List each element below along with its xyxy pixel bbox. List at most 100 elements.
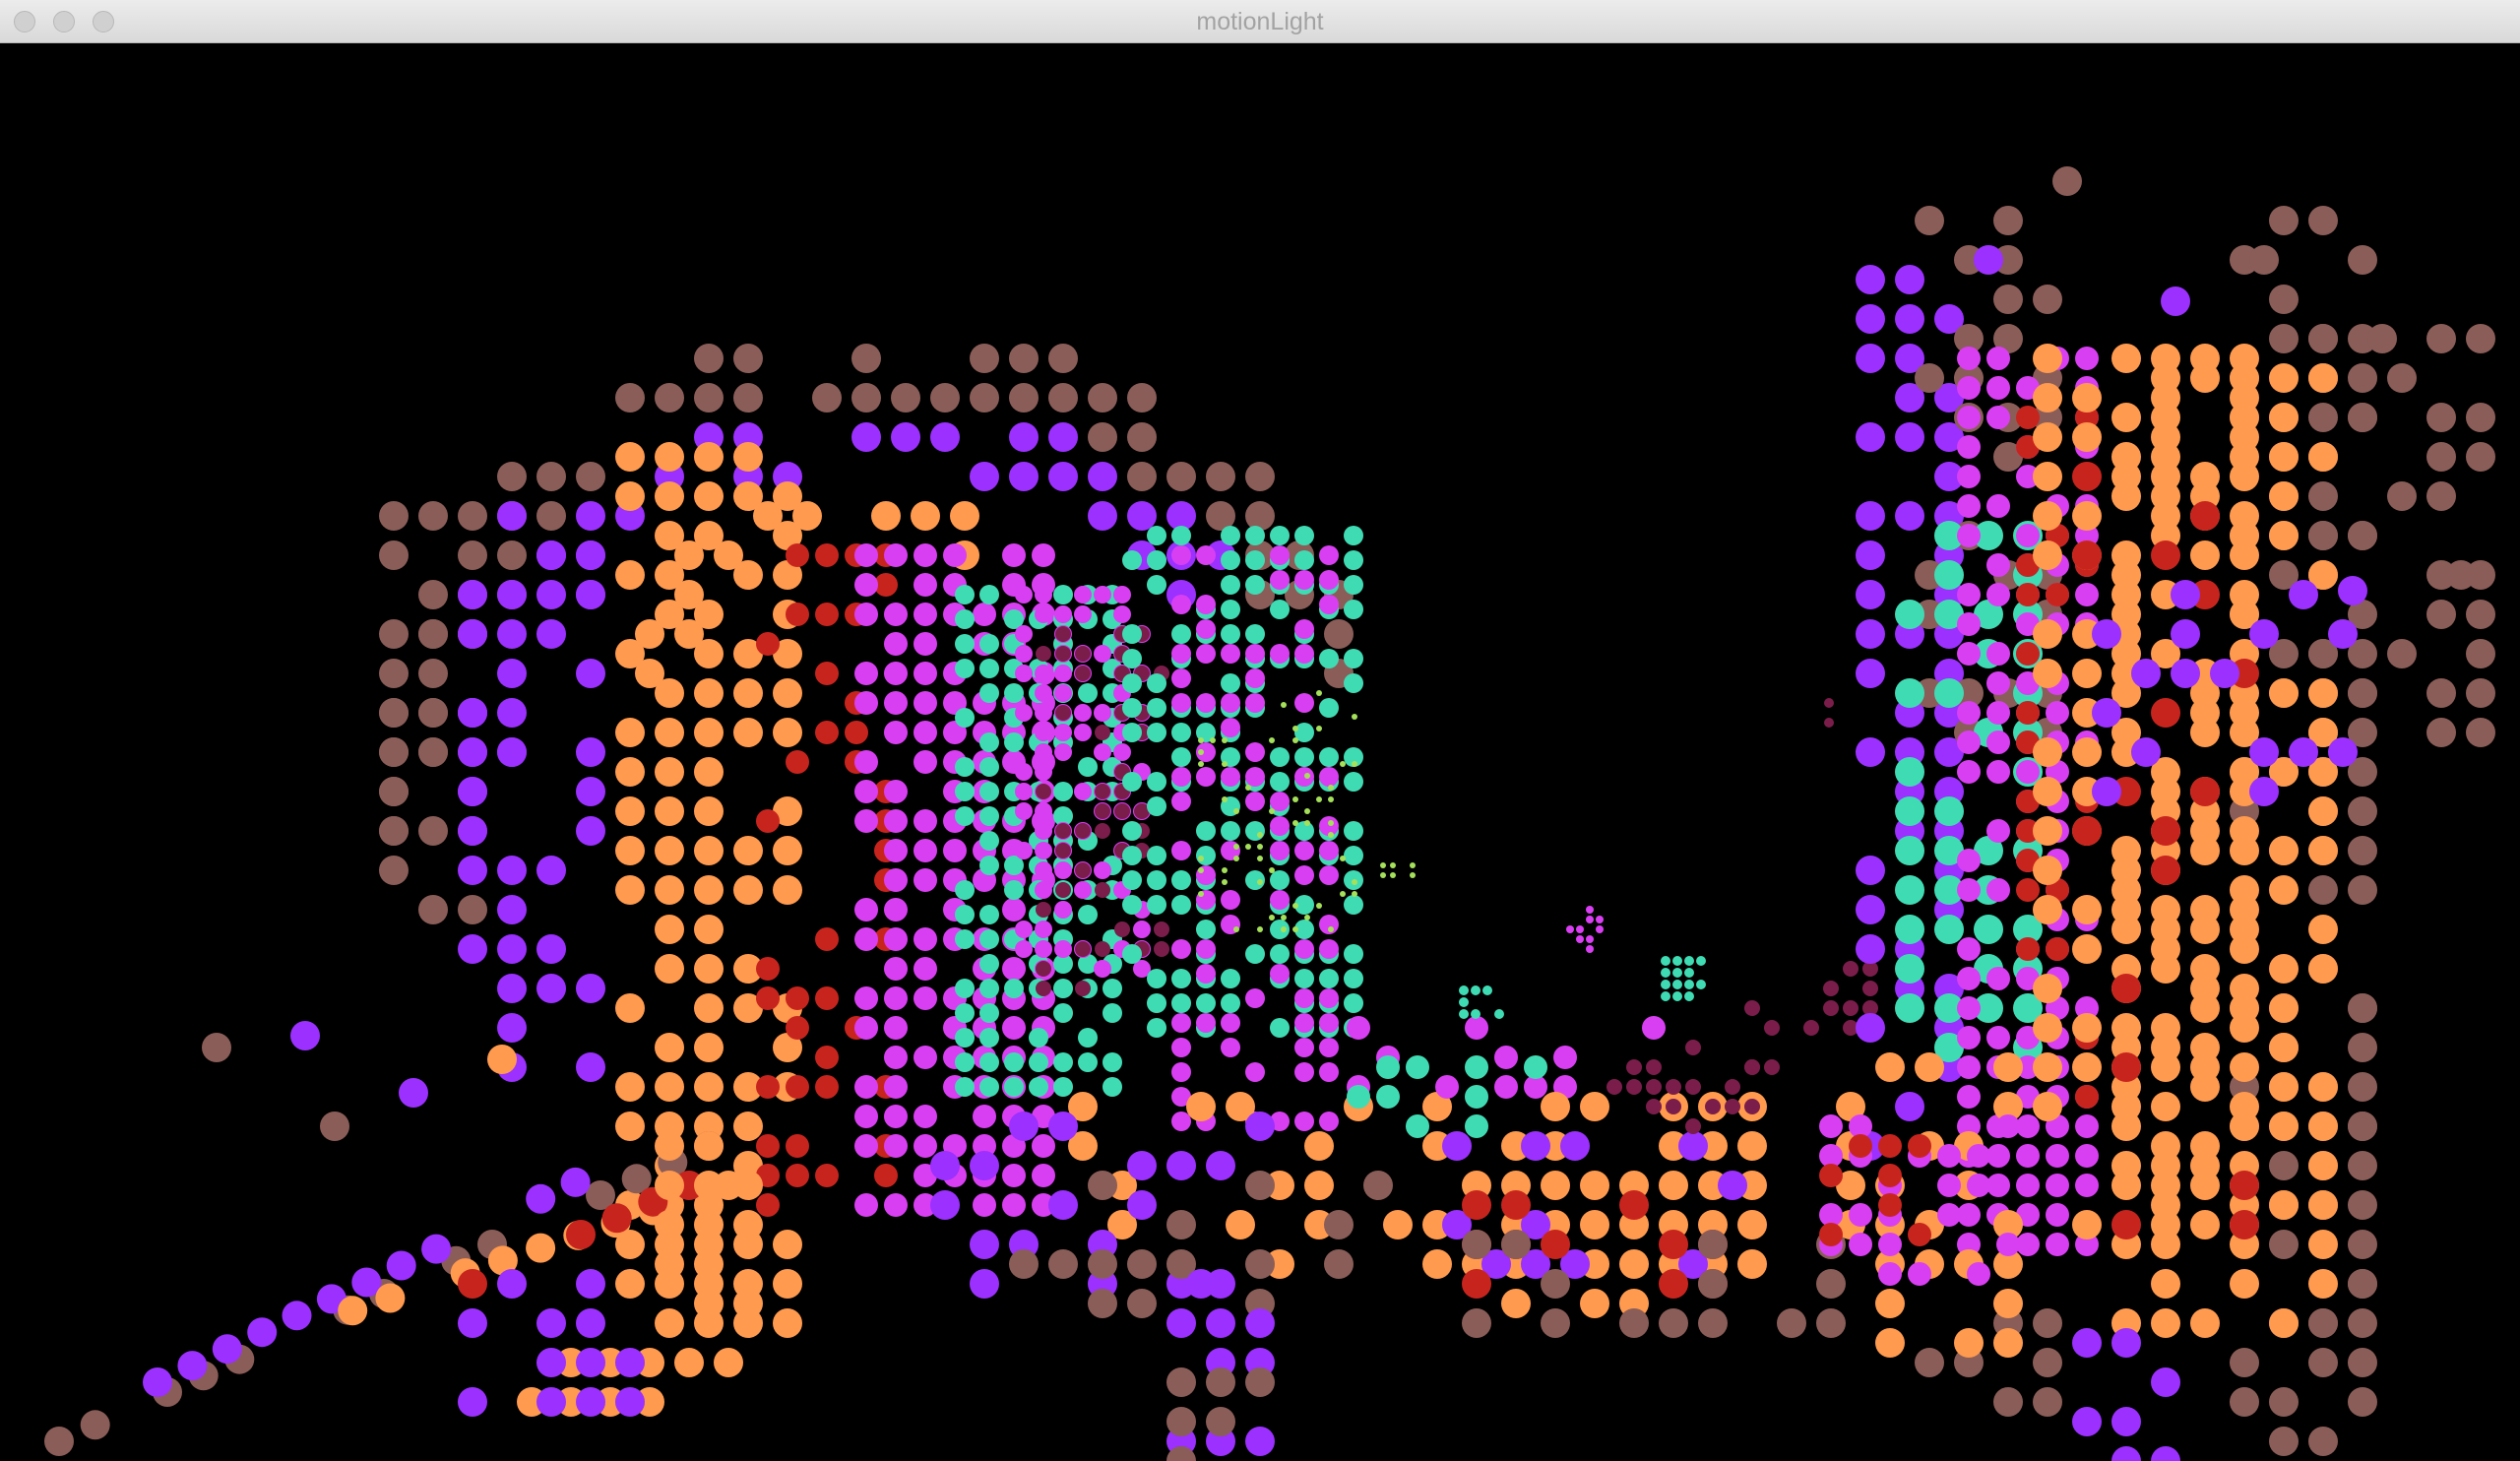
light-dot [1171, 624, 1191, 644]
light-dot [655, 796, 684, 826]
light-dot [955, 634, 975, 654]
light-dot [379, 659, 409, 688]
light-dot [615, 993, 645, 1023]
light-dot [854, 986, 878, 1010]
light-dot [1292, 796, 1298, 802]
light-dot [1281, 702, 1287, 708]
light-dot [1319, 841, 1339, 860]
light-dot [1294, 644, 1314, 664]
light-dot [1494, 1046, 1518, 1069]
light-dot [1319, 545, 1339, 565]
light-dot [458, 540, 487, 570]
light-dot [1986, 760, 2010, 784]
light-dot [2269, 1151, 2299, 1180]
light-dot [1934, 796, 1964, 826]
light-dot [979, 1028, 999, 1048]
light-dot [955, 1003, 975, 1023]
light-dot [1196, 767, 1216, 787]
light-dot [1895, 757, 1924, 787]
light-dot [1009, 1249, 1039, 1279]
light-dot [1166, 1407, 1196, 1436]
light-dot [1316, 903, 1322, 909]
light-dot [2308, 915, 2338, 944]
light-dot [733, 678, 763, 708]
light-dot [497, 501, 527, 531]
light-dot [884, 1193, 908, 1217]
light-dot [2190, 777, 2220, 806]
light-dot [914, 573, 937, 597]
light-dot [1352, 879, 1357, 885]
light-dot [615, 1387, 645, 1417]
light-dot [1269, 867, 1275, 873]
light-dot [497, 580, 527, 609]
light-dot [2033, 856, 2062, 885]
light-dot [914, 603, 937, 626]
light-dot [1088, 422, 1117, 452]
light-dot [1895, 993, 1924, 1023]
light-dot [851, 422, 881, 452]
light-dot [1245, 1249, 1275, 1279]
light-dot [970, 1269, 999, 1299]
light-dot [914, 632, 937, 656]
light-dot [1270, 816, 1290, 836]
light-dot [2072, 895, 2102, 924]
light-dot [756, 632, 780, 656]
light-dot [2072, 462, 2102, 491]
light-dot [2171, 619, 2200, 649]
light-dot [1269, 737, 1275, 743]
light-dot [1004, 1077, 1024, 1097]
light-dot [1245, 767, 1265, 787]
light-dot [1029, 1028, 1048, 1048]
light-dot [1849, 1134, 1872, 1158]
light-dot [2466, 639, 2495, 668]
light-dot [1171, 644, 1191, 664]
light-dot [1233, 856, 1239, 861]
light-dot [1553, 1046, 1577, 1069]
light-dot [1015, 763, 1033, 781]
light-dot [1166, 1210, 1196, 1239]
light-dot [884, 543, 908, 567]
light-dot [2072, 1210, 2102, 1239]
light-dot [1054, 724, 1072, 741]
light-dot [1147, 526, 1166, 545]
light-dot [2033, 1092, 2062, 1121]
light-dot [615, 1269, 645, 1299]
light-dot [1957, 1085, 1981, 1109]
light-dot [1915, 206, 1944, 235]
light-dot [694, 1289, 724, 1318]
light-dot [1074, 704, 1092, 722]
light-dot [2230, 915, 2259, 944]
light-dot [1245, 792, 1265, 811]
light-dot [2308, 1308, 2338, 1338]
light-dot [487, 1045, 517, 1074]
light-dot [1292, 737, 1298, 743]
light-dot [576, 1308, 605, 1338]
light-dot [1352, 761, 1357, 767]
light-dot [1075, 646, 1091, 662]
light-dot [1002, 543, 1026, 567]
light-dot [1122, 723, 1142, 742]
light-dot [1147, 895, 1166, 915]
light-dot [2016, 406, 2040, 429]
light-dot [1053, 979, 1073, 998]
light-dot [526, 1233, 556, 1263]
light-dot [1626, 1079, 1642, 1095]
light-dot [1934, 678, 1964, 708]
light-dot [1122, 698, 1142, 718]
light-dot [1986, 1026, 2010, 1049]
motion-canvas[interactable] [0, 43, 2520, 1461]
light-dot [1122, 772, 1142, 792]
light-dot [1957, 524, 1981, 547]
light-dot [1048, 1190, 1078, 1220]
light-dot [1895, 915, 1924, 944]
light-dot [1294, 693, 1314, 713]
light-dot [694, 1131, 724, 1161]
light-dot [1344, 526, 1363, 545]
light-dot [1895, 796, 1924, 826]
light-dot [1094, 960, 1111, 978]
light-dot [2348, 521, 2377, 550]
light-dot [2348, 403, 2377, 432]
light-dot [1849, 1203, 1872, 1227]
light-dot [1198, 749, 1204, 755]
light-dot [2151, 403, 2180, 432]
